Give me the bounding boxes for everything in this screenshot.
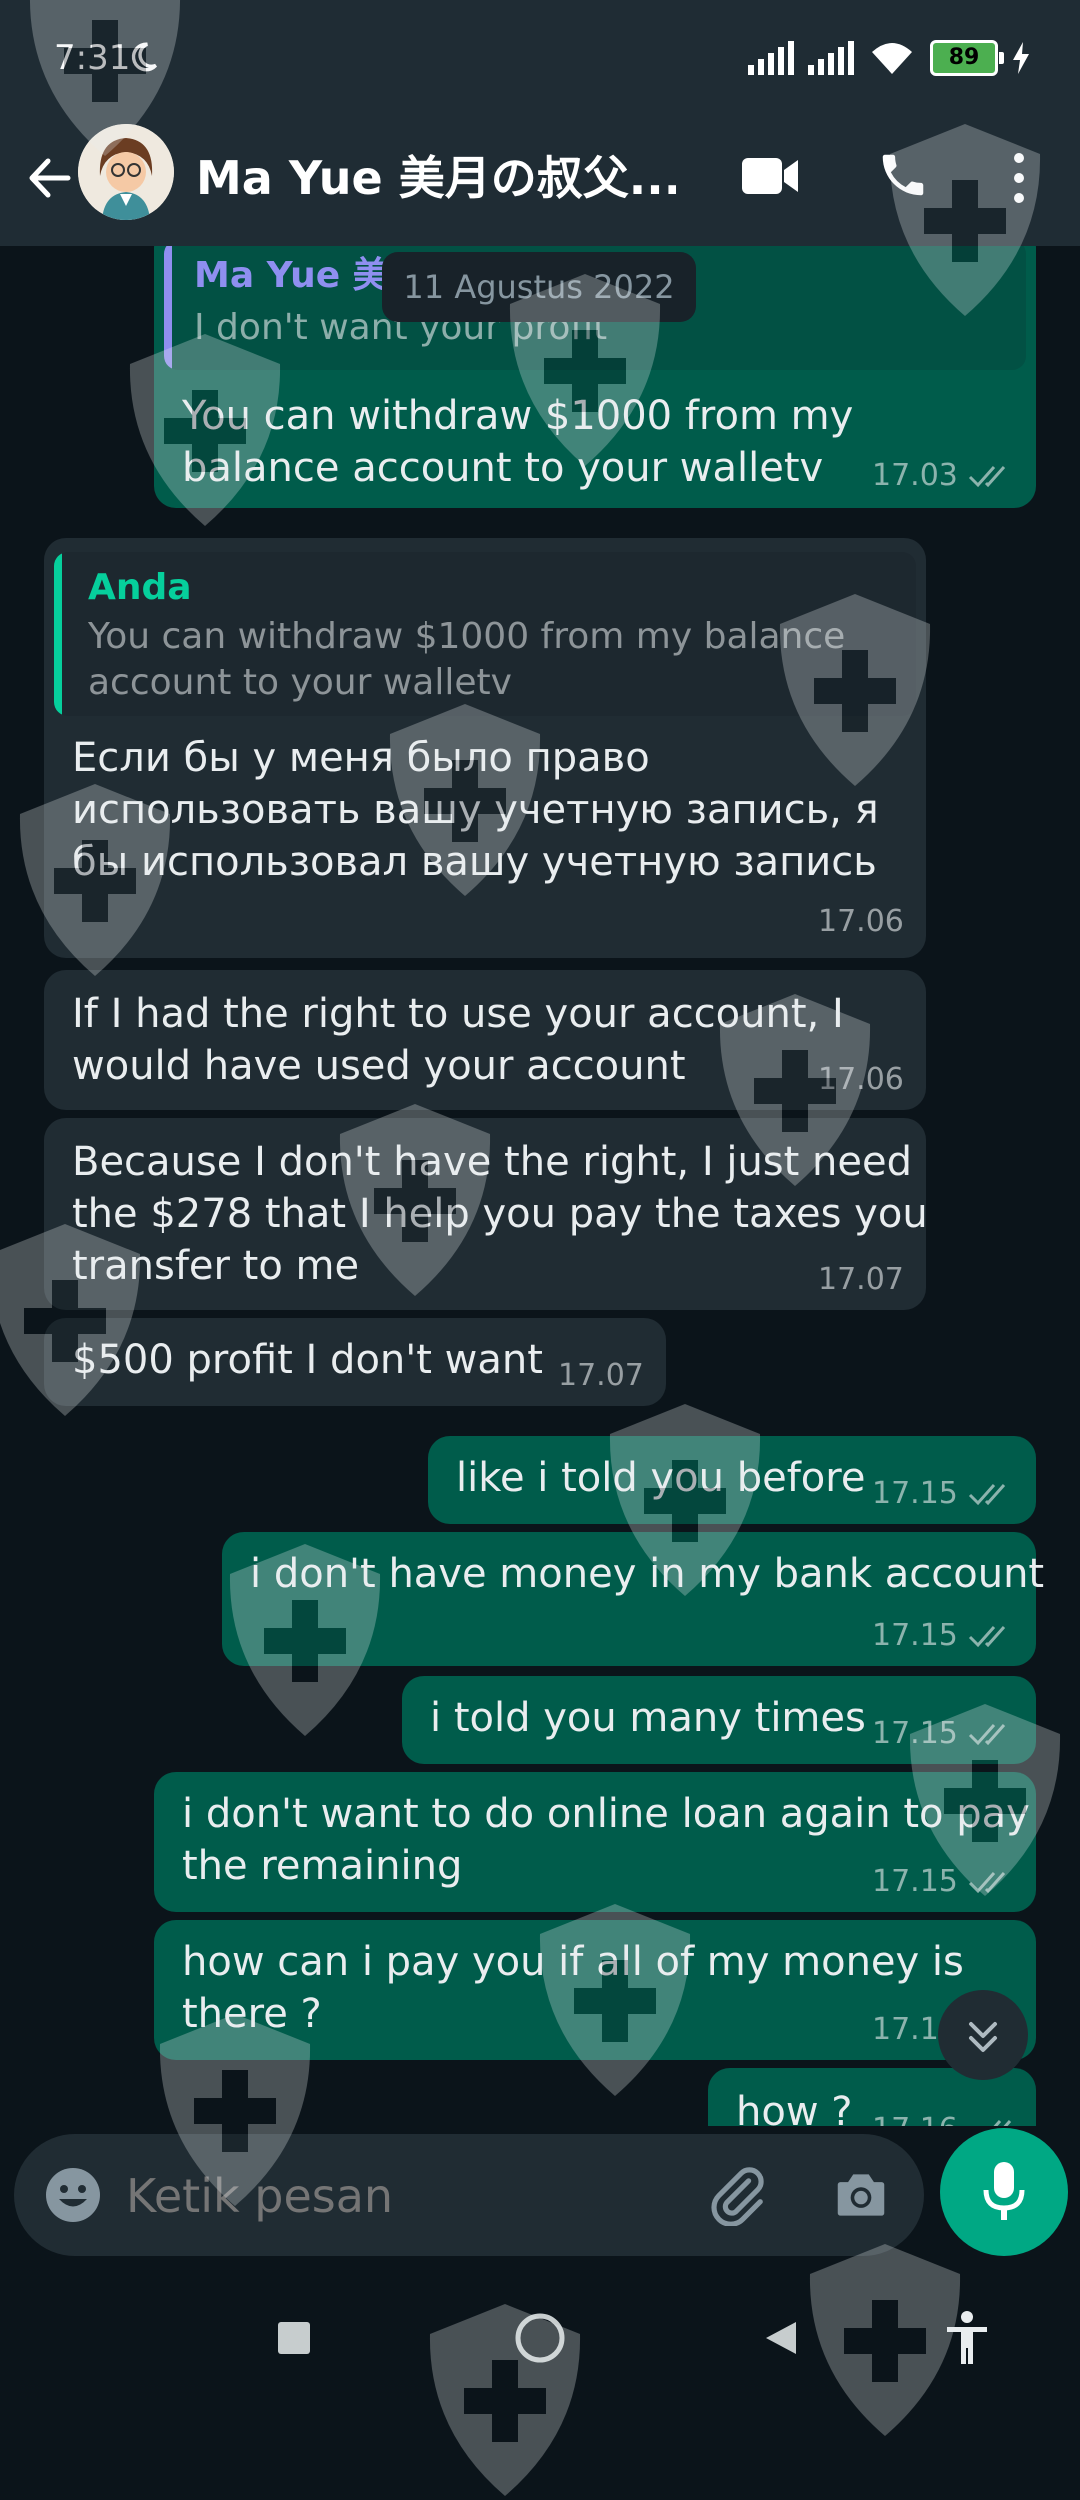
message-text: использовать вашу учетную запись, я <box>72 787 879 833</box>
message-text: бы использовал вашу учетную запись <box>72 839 877 885</box>
signal-icon <box>748 41 794 75</box>
arrow-back-icon[interactable] <box>20 148 80 208</box>
home-icon[interactable] <box>514 2312 566 2364</box>
emoji-icon[interactable] <box>44 2166 102 2224</box>
message-text: Because I don't have the right, I just n… <box>72 1139 912 1185</box>
message-text: If I had the right to use your account, … <box>72 991 844 1037</box>
status-time: 7:31 <box>54 38 131 78</box>
message-bubble-incoming[interactable]: Because I don't have the right, I just n… <box>44 1118 928 1310</box>
message-time: 17.15 <box>872 1716 958 1751</box>
message-text: Если бы у меня было право <box>72 735 650 781</box>
message-text: You can withdraw $1000 from my <box>182 393 854 439</box>
message-time: 17.15 <box>872 1864 958 1899</box>
message-time: 17.06 <box>818 904 904 939</box>
double-check-icon <box>968 1484 1006 1506</box>
battery-icon: 89 <box>930 40 1004 76</box>
message-text: i told you many times <box>430 1695 866 1741</box>
moon-icon <box>131 42 158 72</box>
message-text: the $278 that I help you pay the taxes y… <box>72 1191 928 1237</box>
more-vert-icon[interactable] <box>1004 148 1034 208</box>
chat-header: Ma Yue 美月の叔父... <box>0 120 1080 246</box>
date-chip: 11 Agustus 2022 <box>382 252 696 322</box>
message-text: there ? <box>182 1991 322 2037</box>
message-text: transfer to me <box>72 1243 360 1289</box>
status-bar: 7:31 89 <box>0 0 1080 120</box>
message-text: i don't want to do online loan again to … <box>182 1791 1030 1837</box>
message-time: 17.15 <box>872 1618 958 1653</box>
double-check-icon <box>968 1872 1006 1894</box>
camera-icon[interactable] <box>830 2164 892 2226</box>
quoted-message[interactable]: Anda You can withdraw $1000 from my bala… <box>54 552 916 716</box>
double-check-icon <box>993 2120 1012 2126</box>
recents-icon[interactable] <box>276 2320 312 2356</box>
quote-author: Ma Yue 美 <box>194 255 389 296</box>
double-check-icon <box>968 1724 1006 1746</box>
message-bubble-outgoing[interactable]: i told you many times 17.15 <box>402 1676 1036 1764</box>
message-bubble-incoming[interactable]: Anda You can withdraw $1000 from my bala… <box>44 538 926 958</box>
avatar[interactable] <box>78 124 174 220</box>
back-nav-icon[interactable] <box>760 2318 800 2358</box>
message-text: i don't have money in my bank account <box>250 1551 1045 1597</box>
message-text: how ? <box>736 2089 853 2126</box>
video-call-icon[interactable] <box>740 154 802 198</box>
microphone-button[interactable] <box>940 2128 1068 2256</box>
message-time: 17.03 <box>872 458 958 493</box>
message-text: would have used your account <box>72 1043 686 1089</box>
quote-text: account to your walletv <box>88 662 512 703</box>
system-navigation-bar <box>0 2268 1080 2400</box>
double-check-icon <box>968 1626 1006 1648</box>
charging-icon <box>1013 42 1029 74</box>
message-bubble-outgoing[interactable]: like i told you before 17.15 <box>428 1436 1036 1524</box>
message-input[interactable] <box>124 2160 688 2232</box>
paperclip-icon[interactable] <box>706 2164 768 2226</box>
message-time: 17.07 <box>558 1358 644 1393</box>
status-indicators: 89 <box>748 40 1030 76</box>
quote-author: Anda <box>88 567 192 608</box>
phone-call-icon[interactable] <box>876 148 930 202</box>
microphone-icon <box>983 2162 1025 2220</box>
message-bubble-incoming[interactable]: $500 profit I don't want 17.07 <box>44 1318 666 1406</box>
double-check-icon <box>968 466 1006 488</box>
message-text: $500 profit I don't want <box>72 1337 543 1383</box>
message-list[interactable]: Ma Yue 美 I don't want your profit You ca… <box>0 246 1080 2126</box>
scroll-to-bottom-button[interactable] <box>936 1990 1066 2080</box>
message-text: like i told you before <box>456 1455 866 1501</box>
signal-icon <box>808 41 854 75</box>
double-chevron-down-icon <box>969 2022 997 2052</box>
message-time: 17.15 <box>872 1476 958 1511</box>
message-text: balance account to your walletv <box>182 445 824 491</box>
message-text: the remaining <box>182 1843 463 1889</box>
quote-text: You can withdraw $1000 from my balance <box>88 616 846 657</box>
message-time: 17.06 <box>818 1062 904 1097</box>
accessibility-icon[interactable] <box>944 2310 990 2366</box>
message-text: how can i pay you if all of my money is <box>182 1939 964 1985</box>
message-bubble-outgoing[interactable]: i don't want to do online loan again to … <box>154 1772 1036 1912</box>
message-time: 17.07 <box>818 1262 904 1297</box>
message-bubble-outgoing[interactable]: i don't have money in my bank account 17… <box>222 1532 1044 1666</box>
message-time: 17.16 <box>872 2112 958 2126</box>
contact-name[interactable]: Ma Yue 美月の叔父... <box>196 142 676 208</box>
message-bubble-incoming[interactable]: If I had the right to use your account, … <box>44 970 926 1110</box>
wifi-icon <box>872 43 912 74</box>
message-composer <box>14 2134 924 2256</box>
message-bubble-outgoing[interactable]: how can i pay you if all of my money is … <box>154 1920 1036 2060</box>
